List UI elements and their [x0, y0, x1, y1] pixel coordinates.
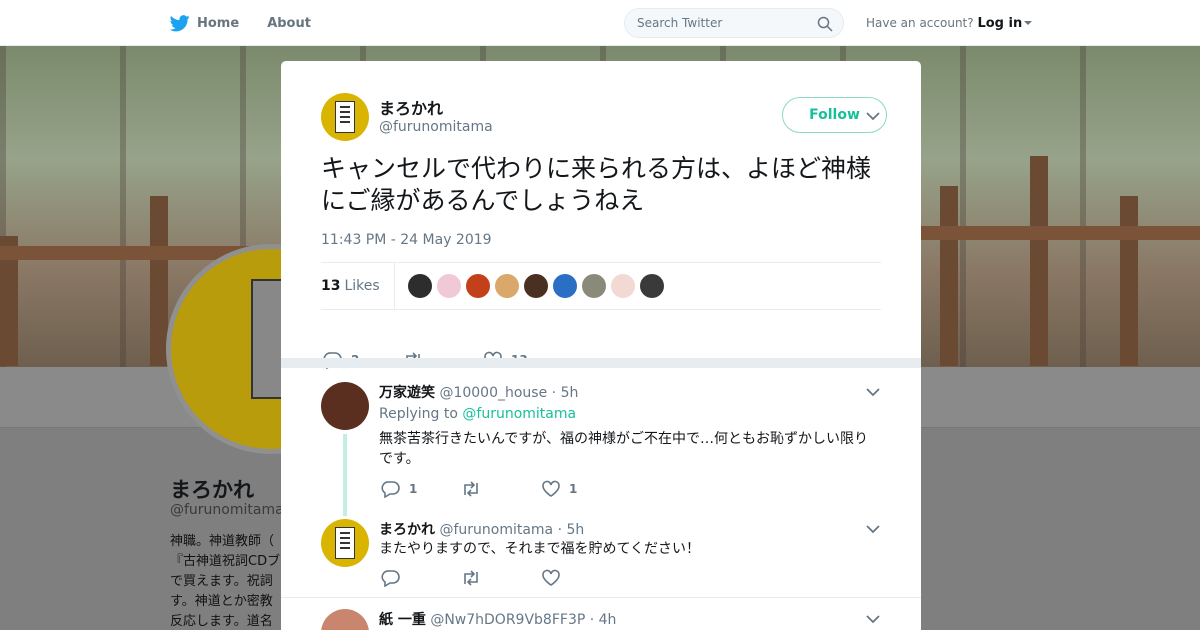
liker-avatar[interactable]	[407, 274, 432, 298]
reply-separator	[281, 597, 921, 598]
tweet-stats: 13 Likes	[321, 262, 881, 310]
reply-count: 1	[409, 482, 418, 496]
reply-actions: 1 1	[381, 480, 621, 498]
chevron-down-icon[interactable]	[866, 387, 880, 397]
bio-line: 反応します。道名	[170, 614, 273, 629]
reply-tweet[interactable]: まろかれ @furunomitama · 5h またやりますので、それまで福を貯…	[321, 519, 881, 599]
retweet-button[interactable]	[461, 569, 541, 587]
have-account-text: Have an account?	[866, 16, 974, 30]
reply-header: 紙 一重 @Nw7hDOR9Vb8FF3P · 4h	[379, 609, 616, 629]
bio-line: す。神道とか密教	[170, 594, 273, 609]
profile-name: まろかれ	[170, 478, 254, 502]
reply-icon	[381, 570, 400, 587]
likes-label: Likes	[344, 278, 380, 294]
reply-author-name[interactable]: まろかれ	[379, 522, 435, 538]
nav-left-group: Home About	[170, 0, 339, 46]
reply-tweet[interactable]: 紙 一重 @Nw7hDOR9Vb8FF3P · 4h	[321, 609, 881, 630]
close-icon[interactable]	[1155, 12, 1177, 34]
reply-author-handle[interactable]: @furunomitama	[439, 522, 553, 538]
liker-avatar[interactable]	[523, 274, 548, 298]
replying-to-link[interactable]: @furunomitama	[462, 406, 576, 422]
likes-count[interactable]: 13 Likes	[321, 262, 395, 310]
likers-avatars	[407, 274, 669, 298]
retweet-button[interactable]	[461, 480, 541, 498]
reply-time[interactable]: · 4h	[590, 612, 617, 628]
reply-author-handle[interactable]: @Nw7hDOR9Vb8FF3P	[430, 612, 585, 628]
tweet-timestamp[interactable]: 11:43 PM - 24 May 2019	[321, 232, 492, 248]
nav-about-label: About	[267, 15, 311, 31]
author-name[interactable]: まろかれ	[379, 95, 443, 119]
like-count: 1	[569, 482, 578, 496]
reply-avatar[interactable]	[321, 519, 369, 567]
tweet-text: キャンセルで代わりに来られる方は、よほど神様にご縁があるんでしょうねえ	[321, 154, 872, 215]
heart-icon	[542, 480, 560, 497]
reply-author-name[interactable]: 万家遊笑	[379, 385, 435, 401]
reply-button[interactable]	[381, 569, 461, 587]
reply-text: またやりますので、それまで福を貯めてください！	[379, 541, 701, 557]
bio-line: で買えます。祝詞	[170, 574, 273, 589]
reply-tweet[interactable]: 万家遊笑 @10000_house · 5h Replying to @furu…	[321, 382, 881, 512]
nav-about-link[interactable]: About	[267, 16, 311, 31]
twitter-bird-icon	[170, 14, 190, 31]
like-button[interactable]: 1	[541, 480, 621, 498]
reply-author-name[interactable]: 紙 一重	[379, 612, 426, 628]
reply-text: 無茶苦茶行きたいんですが、福の神様がご不在中で…何ともお恥ずかしい限りです。	[379, 431, 869, 467]
reply-button[interactable]: 1	[381, 480, 461, 498]
heart-icon	[542, 569, 560, 586]
reply-time[interactable]: · 5h	[558, 522, 585, 538]
section-divider	[281, 358, 921, 368]
reply-avatar[interactable]	[321, 382, 369, 430]
liker-avatar[interactable]	[494, 274, 519, 298]
profile-handle: @furunomitama	[170, 502, 284, 518]
likes-number: 13	[321, 278, 341, 294]
login-link[interactable]: Log in	[977, 16, 1022, 31]
search-box	[624, 8, 844, 38]
retweet-icon	[464, 570, 478, 586]
bio-line: 神職。神道教師（	[170, 534, 275, 549]
search-input[interactable]	[637, 16, 807, 30]
account-area: Have an account? Log in	[866, 16, 1033, 31]
thread-connector	[343, 434, 347, 516]
search-icon[interactable]	[817, 16, 833, 32]
liker-avatar[interactable]	[581, 274, 606, 298]
chevron-down-icon[interactable]	[866, 524, 880, 534]
top-navigation-bar: Home About Have an account? Log in	[0, 0, 1200, 46]
liker-avatar[interactable]	[436, 274, 461, 298]
bio-line: 『古神道祝詞CDブ	[170, 554, 281, 569]
liker-avatar[interactable]	[610, 274, 635, 298]
chevron-down-icon[interactable]	[1024, 21, 1033, 25]
liker-avatar[interactable]	[639, 274, 664, 298]
reply-author-handle[interactable]: @10000_house	[439, 385, 547, 401]
author-avatar[interactable]	[321, 93, 369, 141]
profile-bio: 神職。神道教師（ 『古神道祝詞CDブ で買えます。祝詞 す。神道とか密教 反応し…	[170, 532, 285, 630]
liker-avatar[interactable]	[465, 274, 490, 298]
like-button[interactable]	[541, 569, 621, 587]
nav-home-label: Home	[197, 15, 240, 31]
reply-header: まろかれ @furunomitama · 5h	[379, 519, 584, 539]
reply-header: 万家遊笑 @10000_house · 5h	[379, 382, 578, 402]
reply-time[interactable]: · 5h	[552, 385, 579, 401]
author-handle[interactable]: @furunomitama	[379, 119, 493, 135]
liker-avatar[interactable]	[552, 274, 577, 298]
chevron-down-icon[interactable]	[866, 111, 880, 121]
reply-icon	[381, 481, 400, 498]
reply-actions	[381, 569, 621, 587]
retweet-icon	[464, 481, 478, 497]
reply-avatar[interactable]	[321, 609, 369, 630]
replying-prefix: Replying to	[379, 406, 458, 422]
chevron-down-icon[interactable]	[866, 614, 880, 624]
replying-to: Replying to @furunomitama	[379, 406, 576, 422]
tweet-modal: まろかれ @furunomitama Follow キャンセルで代わりに来られる…	[281, 61, 921, 630]
nav-home-link[interactable]: Home	[170, 14, 240, 32]
